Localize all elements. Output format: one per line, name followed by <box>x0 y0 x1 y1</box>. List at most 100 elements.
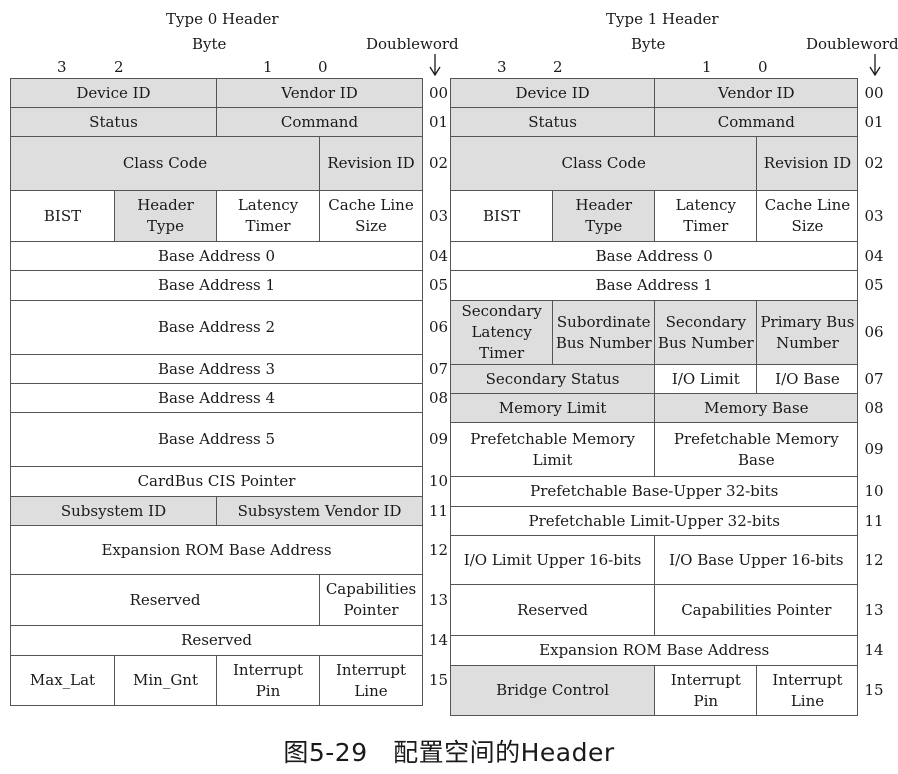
register-field: Revision ID <box>756 136 859 191</box>
register-row: Reserved Capabilities Pointer 13 <box>10 574 463 626</box>
register-field: I/O Base <box>756 364 859 394</box>
register-field: Latency Timer <box>216 190 320 242</box>
register-field: I/O Limit Upper 16-bits <box>449 535 656 585</box>
register-field: Subordinate Bus Number <box>552 300 656 365</box>
type0-down-arrow-icon <box>429 54 441 76</box>
type1-byte-0: 0 <box>758 58 768 76</box>
doubleword-number: 05 <box>857 270 898 301</box>
register-row: Expansion ROM Base Address 14 <box>449 635 898 666</box>
register-row: Secondary Latency Timer Subordinate Bus N… <box>449 300 898 365</box>
register-field: Expansion ROM Base Address <box>10 525 423 575</box>
register-row: Base Address 2 06 <box>10 300 463 355</box>
doubleword-number: 07 <box>857 364 898 394</box>
register-field: Base Address 0 <box>449 241 859 271</box>
register-row: Bridge Control Interrupt Pin Interrupt Lin… <box>449 665 898 716</box>
register-row: BIST Header Type Latency Timer Cache Line S… <box>10 190 463 242</box>
register-row: Status Command 01 <box>10 107 463 137</box>
type0-doubleword-label: Doubleword <box>366 35 459 53</box>
register-field: Secondary Latency Timer <box>449 300 554 365</box>
register-row: Class Code Revision ID 02 <box>10 136 463 191</box>
register-field: Prefetchable Limit-Upper 32-bits <box>449 506 859 536</box>
doubleword-number: 03 <box>857 190 898 242</box>
register-row: Prefetchable Base-Upper 32-bits 10 <box>449 476 898 507</box>
doubleword-number: 04 <box>857 241 898 271</box>
register-field: Interrupt Pin <box>654 665 758 716</box>
register-field: Interrupt Pin <box>216 655 320 706</box>
register-field: Prefetchable Memory Limit <box>449 422 656 477</box>
figure-caption: 图5-29 配置空间的Header <box>283 738 615 767</box>
register-field: Cache Line Size <box>756 190 859 242</box>
register-field: Base Address 5 <box>10 412 423 467</box>
register-field: Class Code <box>449 136 758 191</box>
register-row: Prefetchable Memory Limit Prefetchable Me… <box>449 422 898 477</box>
register-row: Status Command 01 <box>449 107 898 137</box>
doubleword-number: 02 <box>857 136 898 191</box>
type1-byte-3: 3 <box>497 58 507 76</box>
register-row: Device ID Vendor ID 00 <box>10 78 463 108</box>
doubleword-number: 00 <box>857 78 898 108</box>
register-field: Capabilities Pointer <box>654 584 859 636</box>
register-field: Secondary Status <box>449 364 656 394</box>
type0-header-table: Device ID Vendor ID 00 Status Command 01 Class… <box>10 78 463 706</box>
register-field: Status <box>10 107 217 137</box>
register-row: Base Address 0 04 <box>10 241 463 271</box>
register-field: Prefetchable Memory Base <box>654 422 859 477</box>
type0-byte-label: Byte <box>192 35 227 53</box>
register-field: Base Address 4 <box>10 383 423 413</box>
register-row: Max_Lat Min_Gnt Interrupt Pin Interrupt Lin… <box>10 655 463 706</box>
register-field: Memory Limit <box>449 393 656 423</box>
register-field: Prefetchable Base-Upper 32-bits <box>449 476 859 507</box>
register-row: BIST Header Type Latency Timer Cache Line S… <box>449 190 898 242</box>
register-row: Device ID Vendor ID 00 <box>449 78 898 108</box>
register-field: Status <box>449 107 656 137</box>
register-row: CardBus CIS Pointer 10 <box>10 466 463 497</box>
register-row: Secondary Status I/O Limit I/O Base 07 <box>449 364 898 394</box>
register-field: BIST <box>449 190 554 242</box>
register-row: Base Address 3 07 <box>10 354 463 384</box>
register-field: Capabilities Pointer <box>319 574 423 626</box>
register-row: I/O Limit Upper 16-bits I/O Base Upper 16… <box>449 535 898 585</box>
register-row: Base Address 1 05 <box>449 270 898 301</box>
type1-header-title: Type 1 Header <box>606 10 719 28</box>
register-field: Base Address 0 <box>10 241 423 271</box>
register-field: BIST <box>10 190 115 242</box>
register-field: Base Address 2 <box>10 300 423 355</box>
type0-header-title: Type 0 Header <box>166 10 279 28</box>
type1-doubleword-label: Doubleword <box>806 35 898 53</box>
register-field: Revision ID <box>319 136 423 191</box>
type1-byte-1: 1 <box>702 58 712 76</box>
register-row: Base Address 5 09 <box>10 412 463 467</box>
doubleword-number: 15 <box>857 665 898 716</box>
doubleword-number: 10 <box>857 476 898 507</box>
register-field: Bridge Control <box>449 665 656 716</box>
register-field: Subsystem Vendor ID <box>216 496 423 526</box>
doubleword-number: 09 <box>857 422 898 477</box>
doubleword-number: 11 <box>857 506 898 536</box>
type1-header-table: Device ID Vendor ID 00 Status Command 01 Class… <box>449 78 898 716</box>
register-field: Class Code <box>10 136 320 191</box>
register-field: I/O Base Upper 16-bits <box>654 535 859 585</box>
register-field: Vendor ID <box>216 78 423 108</box>
doubleword-number: 06 <box>857 300 898 365</box>
register-row: Reserved 14 <box>10 625 463 656</box>
register-field: Command <box>654 107 859 137</box>
type1-byte-label: Byte <box>631 35 666 53</box>
register-field: Secondary Bus Number <box>654 300 758 365</box>
type0-byte-1: 1 <box>263 58 273 76</box>
register-field: Interrupt Line <box>319 655 423 706</box>
doubleword-number: 01 <box>857 107 898 137</box>
type0-byte-3: 3 <box>57 58 67 76</box>
register-field: Reserved <box>449 584 656 636</box>
register-row: Subsystem ID Subsystem Vendor ID 11 <box>10 496 463 526</box>
register-field: Command <box>216 107 423 137</box>
type0-byte-2: 2 <box>114 58 124 76</box>
register-field: Min_Gnt <box>114 655 217 706</box>
register-field: Reserved <box>10 574 320 626</box>
register-field: Expansion ROM Base Address <box>449 635 859 666</box>
register-field: Vendor ID <box>654 78 859 108</box>
register-field: Interrupt Line <box>756 665 859 716</box>
register-field: Reserved <box>10 625 423 656</box>
register-field: Base Address 1 <box>449 270 859 301</box>
register-field: Device ID <box>10 78 217 108</box>
type1-byte-2: 2 <box>553 58 563 76</box>
